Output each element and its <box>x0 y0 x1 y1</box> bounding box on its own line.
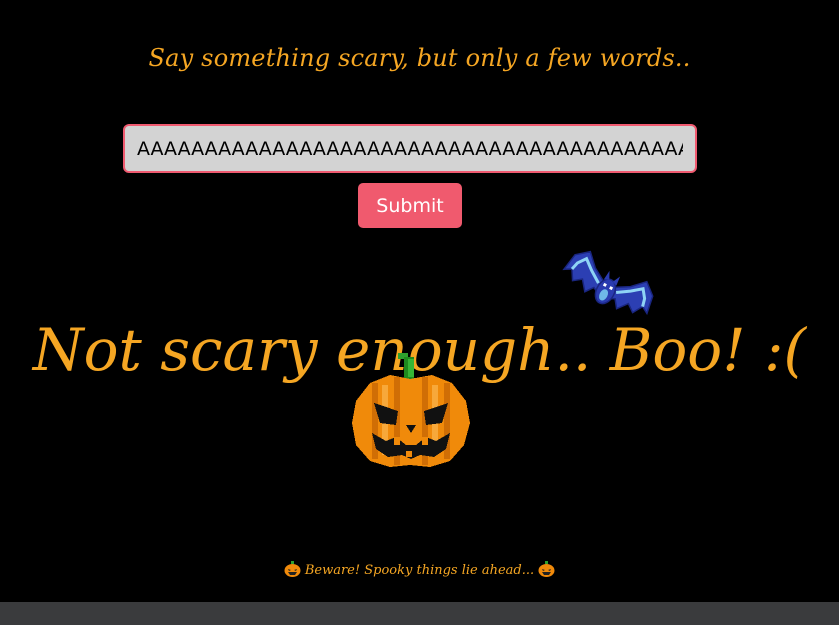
jack-o-lantern-icon <box>352 353 470 467</box>
submit-button[interactable]: Submit <box>358 183 462 228</box>
footer-text: Beware! Spooky things lie ahead... <box>304 563 535 578</box>
bottom-bar <box>0 602 839 625</box>
bat-icon <box>562 250 654 316</box>
pumpkin-icon <box>284 561 301 577</box>
scary-text-input[interactable] <box>123 124 697 173</box>
footer-warning: Beware! Spooky things lie ahead... <box>0 561 839 578</box>
prompt-heading: Say something scary, but only a few word… <box>148 44 691 72</box>
pumpkin-icon <box>538 561 555 577</box>
